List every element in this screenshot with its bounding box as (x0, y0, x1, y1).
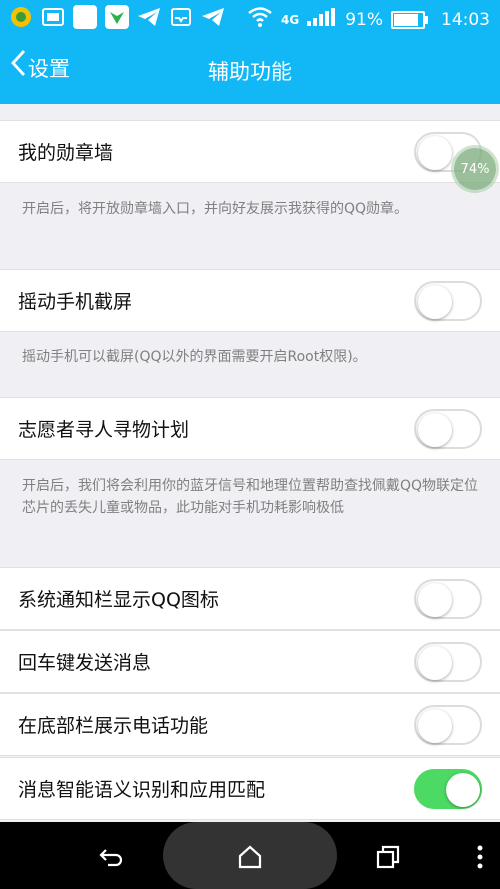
title-bar: 设置 辅助功能 (0, 36, 500, 104)
smart-semantic-toggle[interactable] (414, 769, 482, 809)
status-bar: 4G 91% 14:03 (0, 0, 500, 36)
telegram-icon (136, 4, 162, 30)
settings-list[interactable]: 我的勋章墙 开启后，将开放勋章墙入口，并向好友展示我获得的QQ勋章。 摇动手机截… (0, 104, 500, 822)
shake-screenshot-toggle[interactable] (414, 281, 482, 321)
toggle-knob (418, 413, 452, 447)
toggle-knob (418, 646, 452, 680)
signal-icon (307, 8, 337, 31)
setting-description: 开启后，我们将会利用你的蓝牙信号和地理位置帮助查找佩戴QQ物联定位芯片的丢失儿童… (22, 478, 479, 516)
setting-label: 我的勋章墙 (18, 142, 114, 164)
enter-to-send-toggle[interactable] (414, 642, 482, 682)
page-title: 辅助功能 (208, 60, 292, 84)
notification-icons (8, 4, 226, 30)
battery-icon (391, 10, 428, 29)
toggle-knob (418, 136, 452, 170)
phone-tab-toggle[interactable] (414, 705, 482, 745)
toggle-knob (418, 709, 452, 743)
more-vertical-icon[interactable] (464, 841, 496, 873)
network-type-label: 4G (281, 12, 300, 27)
inbox-notification-icon (168, 4, 194, 30)
setting-row-notification-icon[interactable]: 系统通知栏显示QQ图标 (0, 567, 500, 630)
setting-label: 志愿者寻人寻物计划 (18, 419, 190, 441)
wifi-icon (247, 6, 273, 33)
setting-description: 摇动手机可以截屏(QQ以外的界面需要开启Root权限)。 (22, 349, 367, 365)
setting-row-enter-to-send[interactable]: 回车键发送消息 (0, 630, 500, 693)
clock: 14:03 (441, 9, 490, 30)
home-icon[interactable] (234, 841, 266, 873)
setting-label: 摇动手机截屏 (18, 291, 133, 313)
recents-icon[interactable] (372, 841, 404, 873)
notification-icon-toggle[interactable] (414, 579, 482, 619)
system-icons: 4G 91% 14:03 (247, 6, 490, 33)
blank-app-icon (72, 4, 98, 30)
volunteer-search-toggle[interactable] (414, 409, 482, 449)
toggle-knob (418, 583, 452, 617)
battery-percent: 91% (345, 9, 383, 30)
app-notification-icon (8, 4, 34, 30)
vpn-notification-icon (104, 4, 130, 30)
setting-row-smart-semantic[interactable]: 消息智能语义识别和应用匹配 (0, 757, 500, 820)
setting-row-medal-wall[interactable]: 我的勋章墙 (0, 120, 500, 183)
setting-label: 在底部栏展示电话功能 (18, 715, 209, 737)
setting-description: 开启后，将开放勋章墙入口，并向好友展示我获得的QQ勋章。 (22, 201, 409, 217)
toggle-knob (446, 773, 480, 807)
setting-row-phone-tab[interactable]: 在底部栏展示电话功能 (0, 693, 500, 756)
setting-label: 回车键发送消息 (18, 652, 152, 674)
telegram-icon (200, 4, 226, 30)
setting-row-shake-screenshot[interactable]: 摇动手机截屏 (0, 269, 500, 332)
screenshot-notification-icon (40, 4, 66, 30)
toggle-knob (418, 285, 452, 319)
floating-memory-badge[interactable]: 74% (454, 148, 496, 190)
setting-label: 系统通知栏显示QQ图标 (18, 589, 219, 611)
setting-label: 消息智能语义识别和应用匹配 (18, 779, 266, 801)
navigation-bar (0, 822, 500, 889)
back-arrow-icon[interactable] (95, 841, 127, 873)
setting-row-volunteer-search[interactable]: 志愿者寻人寻物计划 (0, 397, 500, 460)
